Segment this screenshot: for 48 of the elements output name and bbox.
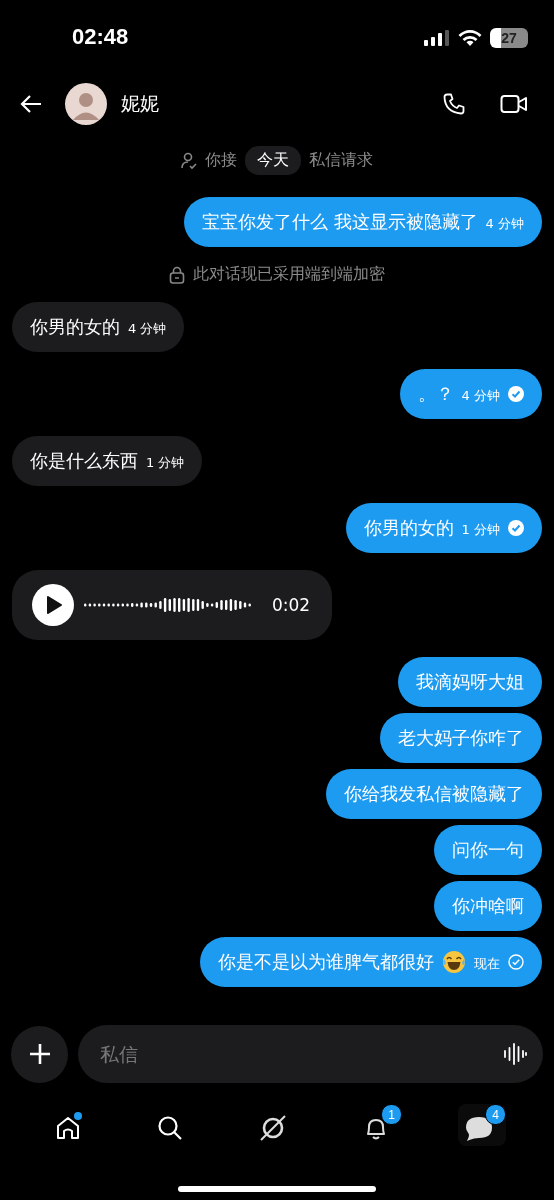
person-check-icon bbox=[181, 151, 197, 170]
slashed-circle-icon bbox=[258, 1113, 288, 1143]
message-text: 宝宝你发了什么 我这显示被隐藏了 bbox=[201, 210, 478, 234]
message-text: 你男的女的 bbox=[30, 315, 120, 339]
voice-duration: 0:02 bbox=[272, 595, 311, 615]
message-text: 你是什么东西 bbox=[30, 449, 138, 473]
voice-record-icon[interactable] bbox=[503, 1042, 527, 1066]
notice-text: 你接 bbox=[205, 150, 237, 171]
message-text: 你男的女的 bbox=[363, 516, 454, 540]
play-button[interactable] bbox=[32, 584, 74, 626]
plus-icon bbox=[28, 1043, 51, 1065]
back-icon[interactable] bbox=[19, 94, 43, 114]
avatar[interactable] bbox=[65, 83, 107, 125]
unread-count: 1 bbox=[381, 1104, 402, 1125]
unread-count: 4 bbox=[485, 1104, 506, 1125]
battery-level: 27 bbox=[501, 30, 517, 46]
message-text: 问你一句 bbox=[452, 838, 524, 862]
chat-bubble-icon bbox=[464, 1114, 494, 1142]
message-input[interactable]: 私信 bbox=[98, 1042, 503, 1066]
phone-icon[interactable] bbox=[442, 92, 466, 116]
message-time: 4 分钟 bbox=[461, 387, 500, 405]
message-text: 我滴妈呀大姐 bbox=[416, 670, 524, 694]
video-camera-icon[interactable] bbox=[500, 93, 528, 115]
message-time: 4 分钟 bbox=[485, 215, 524, 233]
notice-text: 私信请求 bbox=[309, 150, 373, 171]
message-text: 你冲啥啊 bbox=[452, 894, 524, 918]
search-icon bbox=[156, 1114, 184, 1142]
lock-icon bbox=[169, 265, 185, 284]
message-time: 1 分钟 bbox=[146, 454, 185, 472]
notice-text: 此对话现已采用端到端加密 bbox=[193, 264, 385, 285]
status-time: 02:48 bbox=[72, 24, 129, 51]
message-text: 你给我发私信被隐藏了 bbox=[344, 782, 524, 806]
laughing-emoji-icon bbox=[442, 950, 466, 974]
message-input-field[interactable]: 私信 bbox=[78, 1025, 543, 1083]
wifi-icon bbox=[458, 29, 482, 47]
signal-icon bbox=[424, 30, 450, 46]
contact-name[interactable]: 妮妮 bbox=[121, 91, 159, 117]
notifications-tab[interactable]: 1 bbox=[356, 1104, 402, 1146]
message-text: 老大妈子你咋了 bbox=[398, 726, 524, 750]
date-label: 今天 bbox=[245, 146, 301, 175]
messages-tab[interactable]: 4 bbox=[458, 1104, 506, 1146]
message-text: 你是不是以为谁脾气都很好 bbox=[218, 950, 434, 974]
message-time: 现在 bbox=[474, 955, 500, 973]
message-time: 1 分钟 bbox=[461, 521, 500, 539]
message-text: 。？ bbox=[417, 382, 454, 406]
message-time: 4 分钟 bbox=[128, 320, 167, 338]
home-icon bbox=[54, 1114, 82, 1142]
add-button[interactable] bbox=[11, 1025, 68, 1083]
